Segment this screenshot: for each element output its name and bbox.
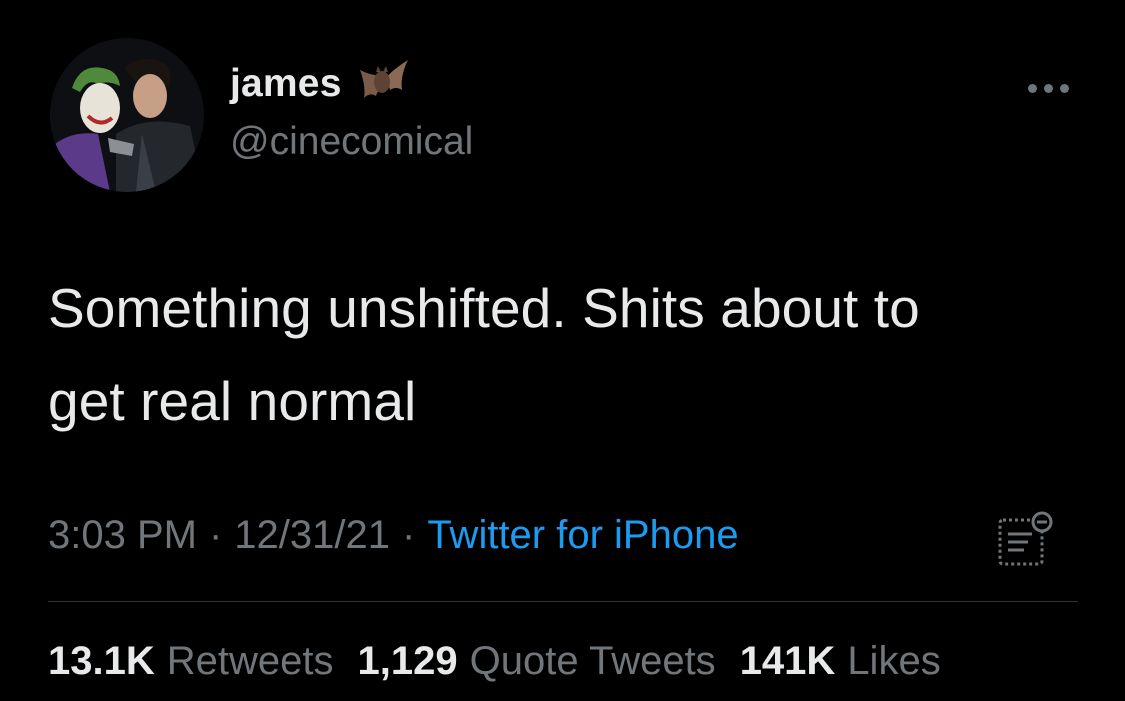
tweet-source-link[interactable]: Twitter for iPhone [427, 513, 738, 558]
retweets-label: Retweets [166, 639, 334, 683]
quote-tweets-stat[interactable]: 1,129 Quote Tweets [358, 639, 716, 684]
retweets-stat[interactable]: 13.1K Retweets [48, 639, 334, 684]
avatar-illustration [50, 38, 204, 192]
more-options-icon [1028, 83, 1037, 93]
likes-stat[interactable]: 141K Likes [740, 639, 941, 684]
analytics-icon [998, 511, 1053, 566]
tweet-text-line: get real normal [48, 370, 417, 432]
avatar[interactable] [50, 38, 204, 192]
author-name-row[interactable]: james [230, 60, 412, 106]
display-name[interactable]: james [230, 62, 342, 106]
divider [48, 601, 1078, 602]
more-options-icon [1044, 83, 1053, 93]
tweet-text-line: Something unshifted. Shits about to [48, 277, 920, 339]
meta-separator: · [402, 513, 416, 557]
analytics-button[interactable] [996, 510, 1056, 570]
likes-label: Likes [847, 639, 941, 683]
tweet-meta: 3:03 PM · 12/31/21 · Twitter for iPhone [48, 513, 739, 558]
author-handle[interactable]: @cinecomical [230, 120, 473, 164]
bat-icon [356, 60, 412, 106]
tweet-time[interactable]: 3:03 PM [48, 513, 197, 558]
more-options-icon [1060, 83, 1069, 93]
retweets-count: 13.1K [48, 639, 155, 683]
quote-tweets-count: 1,129 [357, 639, 458, 683]
tweet-card: james @cinecomical Something unshifted. … [0, 0, 1125, 701]
more-options-button[interactable] [1028, 78, 1074, 98]
quote-tweets-label: Quote Tweets [469, 639, 716, 683]
meta-separator: · [208, 513, 223, 557]
tweet-text: Something unshifted. Shits about to get r… [48, 262, 1078, 448]
tweet-date[interactable]: 12/31/21 [234, 513, 390, 558]
likes-count: 141K [739, 639, 836, 683]
engagement-stats: 13.1K Retweets 1,129 Quote Tweets 141K L… [48, 639, 965, 684]
